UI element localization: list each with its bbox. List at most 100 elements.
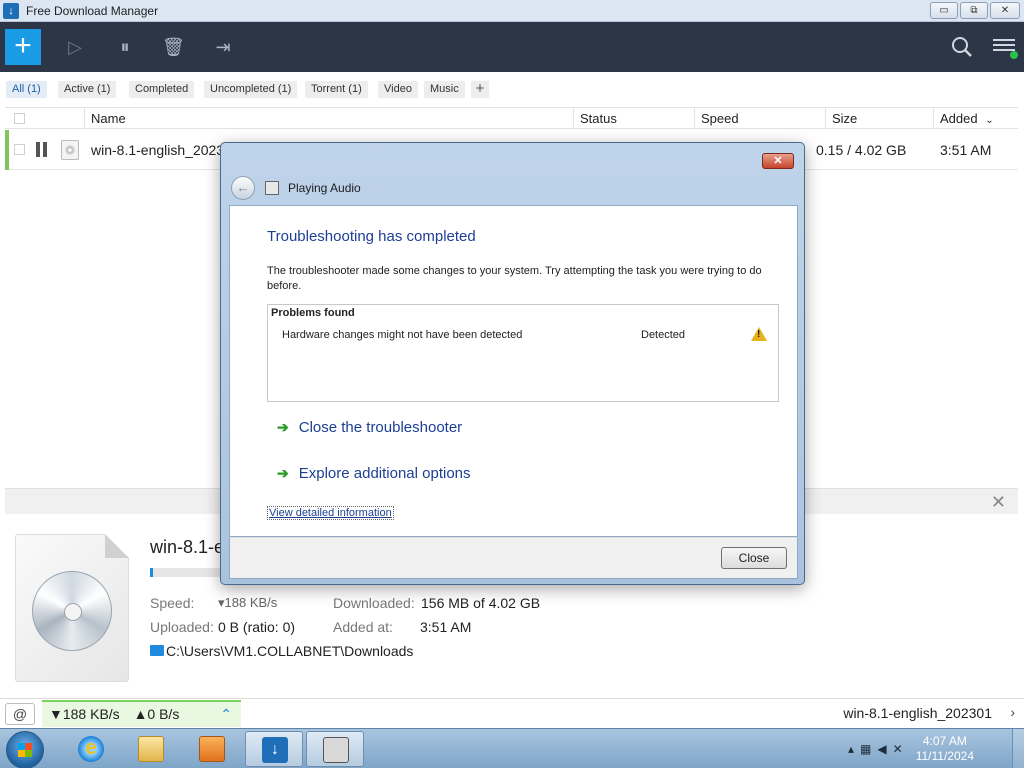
problems-found-box: Problems found Hardware changes might no… — [267, 304, 779, 402]
dialog-heading: Troubleshooting has completed — [267, 228, 476, 245]
downloaded-label: Downloaded: — [333, 595, 415, 611]
select-all-checkbox[interactable] — [14, 113, 25, 124]
disc-file-large-icon — [15, 534, 129, 682]
view-detailed-information-link[interactable]: View detailed information — [267, 506, 394, 520]
uploaded-value: 0 B (ratio: 0) — [218, 619, 296, 635]
filter-music[interactable]: Music — [424, 81, 465, 98]
green-arrow-icon: ➔ — [277, 465, 289, 481]
download-list-header: Name Status Speed Size Added ⌄ — [5, 107, 1018, 129]
dialog-close-button[interactable]: ✕ — [762, 153, 794, 169]
explore-options-link[interactable]: ➔ Explore additional options — [277, 465, 471, 482]
pause-icon[interactable] — [36, 142, 48, 157]
pause-icon[interactable]: ⏸ — [114, 36, 136, 58]
close-button[interactable]: Close — [721, 547, 787, 569]
filter-active[interactable]: Active (1) — [58, 81, 117, 98]
system-tray: ▴▦◀✕ 4:07 AM 11/11/2024 — [834, 729, 1024, 768]
close-troubleshooter-label: Close the troubleshooter — [298, 419, 463, 436]
chevron-right-icon[interactable]: › — [1010, 704, 1015, 720]
start-button[interactable] — [6, 731, 44, 768]
folder-icon[interactable] — [150, 645, 164, 656]
row-checkbox[interactable] — [14, 144, 25, 155]
filter-tabs: All (1) Active (1) Completed Uncompleted… — [0, 72, 1024, 106]
fdm-app-icon: ↓ — [3, 3, 19, 19]
column-name[interactable]: Name — [84, 108, 126, 129]
filter-uncompleted[interactable]: Uncompleted (1) — [204, 81, 298, 98]
volume-muted-icon[interactable]: ◀✕ — [877, 742, 908, 756]
download-size: 0.15 / 4.02 GB — [816, 142, 907, 158]
details-progress-bar — [150, 568, 230, 577]
disc-file-icon — [61, 140, 79, 160]
column-size[interactable]: Size — [825, 108, 857, 129]
close-window-button[interactable]: ✕ — [990, 2, 1020, 19]
troubleshooter-icon — [323, 737, 349, 763]
uploaded-label: Uploaded: — [150, 619, 214, 635]
troubleshooter-dialog: ✕ ← Playing Audio Troubleshooting has co… — [220, 142, 805, 585]
speed-mode-snail-icon[interactable]: @ — [5, 703, 35, 725]
warning-icon — [751, 327, 767, 341]
clock-time: 4:07 AM — [922, 734, 967, 748]
status-dot-icon — [1010, 51, 1018, 59]
network-icon[interactable]: ▦ — [860, 742, 877, 756]
chevron-up-icon: ⌃ — [220, 706, 232, 722]
problem-status: Detected — [641, 329, 686, 341]
green-arrow-icon: ➔ — [277, 419, 289, 435]
added-at-label: Added at: — [333, 619, 393, 635]
downloaded-value: 156 MB of 4.02 GB — [421, 595, 541, 611]
menu-icon[interactable] — [993, 36, 1018, 59]
filter-completed[interactable]: Completed — [129, 81, 195, 98]
add-download-button[interactable]: + — [5, 29, 41, 65]
windows-taskbar: e ↓ ▴▦◀✕ 4:07 AM 11/11/2024 — [0, 728, 1024, 768]
play-icon[interactable]: ▷ — [64, 36, 86, 58]
taskbar-media-player[interactable] — [183, 731, 241, 767]
problems-header: Problems found — [271, 307, 355, 319]
speed-summary[interactable]: ▼188 KB/s ▲0 B/s ⌃ — [42, 700, 241, 727]
problem-item: Hardware changes might not have been det… — [282, 329, 523, 341]
download-path[interactable]: C:\Users\VM1.COLLABNET\Downloads — [166, 643, 413, 659]
media-player-icon — [199, 736, 225, 762]
down-speed: ▼188 KB/s — [49, 706, 120, 722]
speed-value: ▾188 KB/s — [218, 595, 278, 610]
search-icon[interactable] — [950, 35, 974, 59]
filter-all[interactable]: All (1) — [6, 81, 47, 98]
window-title: Free Download Manager — [26, 4, 159, 18]
column-status[interactable]: Status — [573, 108, 617, 129]
minimize-button[interactable]: ▭ — [930, 2, 958, 19]
column-added[interactable]: Added ⌄ — [933, 108, 1018, 129]
main-toolbar: + ▷ ⏸ 🗑 ⇥ — [0, 22, 1024, 72]
taskbar-fdm[interactable]: ↓ — [245, 731, 303, 767]
explore-options-label: Explore additional options — [298, 465, 471, 482]
restore-button[interactable]: ⧉ — [960, 2, 988, 19]
close-troubleshooter-link[interactable]: ➔ Close the troubleshooter — [277, 419, 462, 436]
taskbar-ie[interactable]: e — [62, 731, 120, 767]
delete-icon[interactable]: 🗑 — [162, 36, 185, 58]
filter-video[interactable]: Video — [378, 81, 418, 98]
column-speed[interactable]: Speed — [694, 108, 739, 129]
internet-explorer-icon: e — [78, 736, 104, 762]
filter-torrent[interactable]: Torrent (1) — [305, 81, 368, 98]
fdm-app-icon: ↓ — [262, 737, 288, 763]
status-bar: @ ▼188 KB/s ▲0 B/s ⌃ win-8.1-english_202… — [0, 698, 1024, 728]
sort-chevron-icon: ⌄ — [985, 115, 994, 126]
folder-icon — [138, 736, 164, 762]
dialog-description: The troubleshooter made some changes to … — [267, 265, 762, 292]
show-hidden-icons-icon[interactable]: ▴ — [848, 742, 860, 756]
taskbar-clock[interactable]: 4:07 AM 11/11/2024 — [916, 734, 974, 764]
show-desktop-button[interactable] — [1012, 729, 1024, 768]
taskbar-explorer[interactable] — [122, 731, 180, 767]
status-current-file: win-8.1-english_202301 — [843, 705, 992, 721]
active-indicator — [5, 130, 9, 170]
speed-label: Speed: — [150, 595, 195, 611]
tray-icons[interactable]: ▴▦◀✕ — [848, 742, 909, 756]
taskbar-troubleshooter[interactable] — [306, 731, 364, 767]
clock-date: 11/11/2024 — [915, 749, 974, 763]
window-controls: ▭ ⧉ ✕ — [930, 2, 1020, 19]
download-name: win-8.1-english_202301 — [91, 142, 240, 158]
window-titlebar: ↓ Free Download Manager ▭ ⧉ ✕ — [0, 0, 1024, 22]
close-details-icon[interactable]: ✕ — [991, 492, 1006, 513]
download-added: 3:51 AM — [940, 142, 992, 158]
dialog-title: Playing Audio — [288, 181, 361, 195]
back-arrow-icon[interactable]: ← — [231, 176, 255, 200]
move-folder-icon[interactable]: ⇥ — [212, 36, 234, 58]
add-filter-button[interactable]: + — [471, 81, 489, 98]
dialog-footer: Close — [229, 537, 798, 579]
